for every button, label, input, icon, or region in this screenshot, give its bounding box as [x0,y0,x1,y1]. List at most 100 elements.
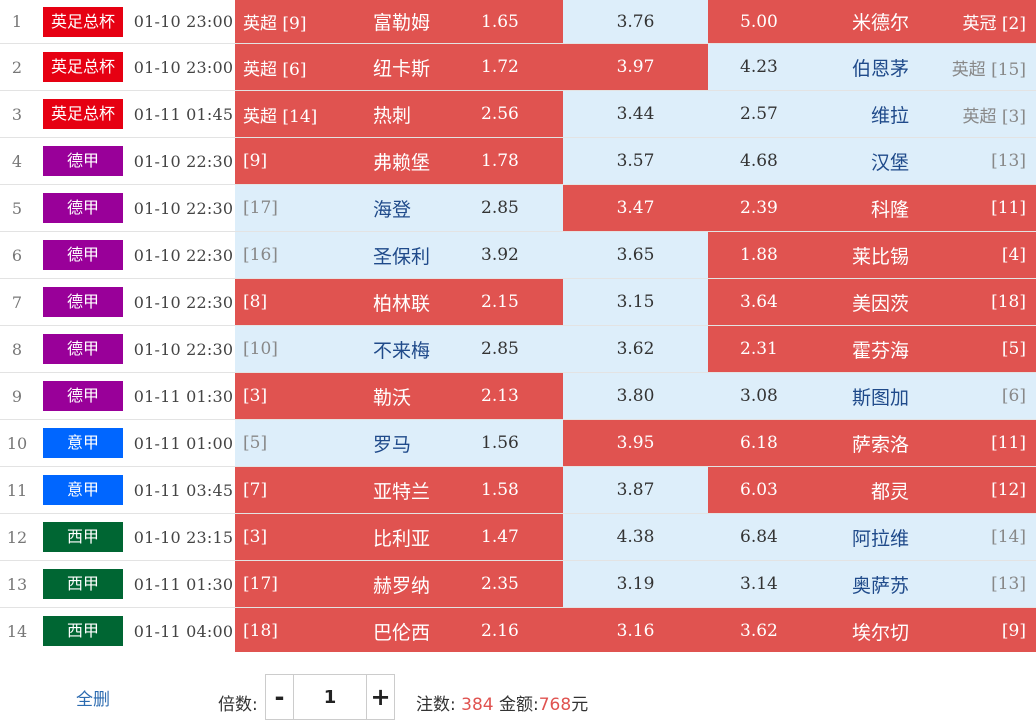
home-win-option[interactable]: [16] 圣保利 3.92 [235,232,563,278]
home-win-option[interactable]: 英超 [14] 热刺 2.56 [235,91,563,137]
away-win-option[interactable]: 3.08 斯图加 [6] [708,373,1036,419]
clear-all-button[interactable]: 全删 [76,685,110,710]
away-team: 萨索洛 [851,433,909,456]
away-odds: 3.08 [740,386,778,406]
home-win-option[interactable]: 英超 [9] 富勒姆 1.65 [235,0,563,43]
home-win-option[interactable]: [10] 不来梅 2.85 [235,326,563,372]
away-team: 莱比锡 [851,245,909,268]
draw-odds: 3.15 [616,292,655,312]
league-badge: 英足总杯 [43,6,123,37]
home-win-option[interactable]: [17] 赫罗纳 2.35 [235,561,563,607]
away-win-option[interactable]: 4.23 伯恩茅 英超 [15] [708,44,1036,90]
away-win-option[interactable]: 6.03 都灵 [12] [708,467,1036,513]
home-rank: 英超 [9] [243,14,307,34]
away-odds: 2.31 [740,339,778,359]
match-time: 01-10 22:30 [133,198,234,218]
away-odds: 6.18 [740,433,778,453]
multiplier-input[interactable] [293,675,367,719]
home-team: 不来梅 [373,339,431,362]
home-win-option[interactable]: [8] 柏林联 2.15 [235,279,563,325]
home-win-option[interactable]: [9] 弗赖堡 1.78 [235,138,563,184]
home-rank: [16] [243,245,278,265]
match-row: 8 德甲 01-10 22:30 [10] 不来梅 2.85 3.62 2.31 霍芬海 [5] [0,326,1036,373]
home-odds: 1.78 [481,151,519,171]
away-odds: 2.39 [740,198,778,218]
draw-odds: 3.19 [616,574,655,594]
currency-label: 元 [571,695,589,715]
away-win-option[interactable]: 2.31 霍芬海 [5] [708,326,1036,372]
home-odds: 2.85 [481,339,519,359]
match-number: 2 [11,57,23,77]
home-win-option[interactable]: [5] 罗马 1.56 [235,420,563,466]
draw-option[interactable]: 3.87 [563,467,708,513]
home-win-option[interactable]: 英超 [6] 纽卡斯 1.72 [235,44,563,90]
match-number: 12 [6,527,28,547]
home-rank: [3] [243,527,268,547]
away-odds: 4.23 [740,57,778,77]
away-win-option[interactable]: 5.00 米德尔 英冠 [2] [708,0,1036,43]
away-win-option[interactable]: 6.84 阿拉维 [14] [708,514,1036,560]
league-cell: 德甲 [34,185,132,231]
home-win-option[interactable]: [17] 海登 2.85 [235,185,563,231]
away-rank: [5] [1001,339,1026,359]
away-team: 伯恩茅 [851,57,909,80]
draw-option[interactable]: 3.76 [563,0,708,43]
home-odds: 2.15 [481,292,519,312]
match-time: 01-11 01:45 [133,104,234,124]
home-odds: 2.56 [481,104,519,124]
league-cell: 德甲 [34,373,132,419]
league-badge: 英足总杯 [43,99,123,129]
home-odds: 1.47 [481,527,519,547]
home-win-option[interactable]: [3] 勒沃 2.13 [235,373,563,419]
draw-option[interactable]: 3.16 [563,608,708,654]
match-time: 01-11 04:00 [133,621,234,641]
draw-option[interactable]: 3.44 [563,91,708,137]
match-number: 13 [6,574,28,594]
draw-option[interactable]: 4.38 [563,514,708,560]
away-win-option[interactable]: 4.68 汉堡 [13] [708,138,1036,184]
league-cell: 意甲 [34,467,132,513]
draw-odds: 4.38 [616,527,655,547]
draw-option[interactable]: 3.62 [563,326,708,372]
away-odds: 3.62 [740,621,778,641]
draw-option[interactable]: 3.57 [563,138,708,184]
draw-option[interactable]: 3.95 [563,420,708,466]
league-badge: 德甲 [43,287,123,317]
away-rank: [11] [991,433,1026,453]
match-number: 5 [11,198,23,218]
away-win-option[interactable]: 2.57 维拉 英超 [3] [708,91,1036,137]
draw-option[interactable]: 3.97 [563,44,708,90]
away-win-option[interactable]: 3.62 埃尔切 [9] [708,608,1036,654]
decrement-button[interactable]: - [266,675,293,719]
league-badge: 德甲 [43,240,123,270]
away-win-option[interactable]: 2.39 科隆 [11] [708,185,1036,231]
away-win-option[interactable]: 6.18 萨索洛 [11] [708,420,1036,466]
away-win-option[interactable]: 1.88 莱比锡 [4] [708,232,1036,278]
match-row: 4 德甲 01-10 22:30 [9] 弗赖堡 1.78 3.57 4.68 汉堡 [13] [0,138,1036,185]
home-win-option[interactable]: [3] 比利亚 1.47 [235,514,563,560]
match-time: 01-10 23:15 [133,527,234,547]
league-badge: 西甲 [43,522,123,552]
draw-option[interactable]: 3.19 [563,561,708,607]
away-team: 奥萨苏 [851,574,909,597]
draw-odds: 3.65 [616,245,655,265]
draw-option[interactable]: 3.65 [563,232,708,278]
home-rank: [8] [243,292,268,312]
bet-summary: 注数: 384 金额:768元 [416,690,588,715]
draw-option[interactable]: 3.15 [563,279,708,325]
league-cell: 英足总杯 [34,91,132,137]
away-win-option[interactable]: 3.64 美因茨 [18] [708,279,1036,325]
home-team: 富勒姆 [373,12,431,34]
match-number: 14 [6,621,28,641]
home-rank: [18] [243,621,278,641]
home-team: 海登 [373,198,412,221]
increment-button[interactable]: + [367,675,394,719]
match-time: 01-10 22:30 [133,339,234,359]
draw-option[interactable]: 3.80 [563,373,708,419]
home-win-option[interactable]: [18] 巴伦西 2.16 [235,608,563,654]
home-odds: 1.56 [481,433,519,453]
home-win-option[interactable]: [7] 亚特兰 1.58 [235,467,563,513]
away-win-option[interactable]: 3.14 奥萨苏 [13] [708,561,1036,607]
league-badge: 西甲 [43,569,123,599]
draw-option[interactable]: 3.47 [563,185,708,231]
